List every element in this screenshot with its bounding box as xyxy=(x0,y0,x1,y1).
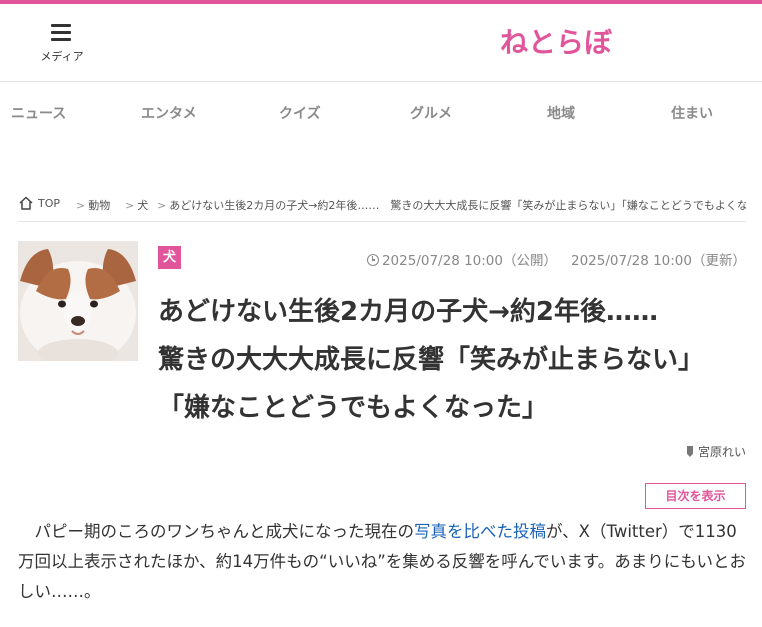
site-header: メディア ねとらぼ xyxy=(0,4,762,82)
media-menu-label: メディア xyxy=(40,50,84,63)
nav-item-housing[interactable]: 住まい xyxy=(671,103,713,123)
category-tag[interactable]: 犬 xyxy=(158,246,181,269)
nav-item-news[interactable]: ニュース xyxy=(11,103,66,123)
nav-item-gourmet[interactable]: グルメ xyxy=(410,103,452,123)
media-menu-button[interactable]: メディア xyxy=(36,22,90,66)
title-line: あどけない生後2カ月の子犬→約2年後…… xyxy=(158,297,658,327)
author-name: 宮原れい xyxy=(697,445,746,459)
article-body-paragraph: パピー期のころのワンちゃんと成犬になった現在の写真を比べた投稿が、X（Twitt… xyxy=(18,517,746,607)
show-toc-button[interactable]: 目次を表示 xyxy=(645,483,746,509)
global-nav: ニュース エンタメ クイズ グルメ 地域 住まい xyxy=(0,82,762,142)
breadcrumb: TOP > 動物 > 犬 > あどけない生後2カ月の子犬→約2年後…… 驚きの大大大成… xyxy=(18,190,746,222)
puppy-image xyxy=(18,241,138,361)
published-date: 2025/07/28 10:00（公開） xyxy=(381,253,557,269)
breadcrumb-item-dogs[interactable]: > 犬 xyxy=(125,197,148,213)
article-dates: 2025/07/28 10:00（公開） 2025/07/28 10:00（更新） xyxy=(366,249,746,269)
article-thumbnail xyxy=(18,241,138,361)
site-logo[interactable]: ねとらぼ xyxy=(495,20,635,64)
title-line: 驚きの大大大成長に反響「笑みが止まらない」 xyxy=(158,345,705,375)
breadcrumb-item-current: > あどけない生後2カ月の子犬→約2年後…… 驚きの大大大成長に反響「笑みが止まら… xyxy=(157,197,746,213)
logo-text: ねとらぼ xyxy=(500,26,613,59)
home-icon xyxy=(19,196,33,210)
nav-item-local[interactable]: 地域 xyxy=(547,103,575,123)
article-title: あどけない生後2カ月の子犬→約2年後…… 驚きの大大大成長に反響「笑みが止まらな… xyxy=(158,288,758,432)
breadcrumb-item-animals[interactable]: > 動物 xyxy=(76,197,110,213)
body-text-pre: パピー期のころのワンちゃんと成犬になった現在の xyxy=(18,522,415,541)
breadcrumb-item-label: あどけない生後2カ月の子犬→約2年後…… 驚きの大大大成長に反響「笑みが止まらな… xyxy=(169,199,746,212)
updated-date: 2025/07/28 10:00（更新） xyxy=(570,253,746,269)
nav-item-quiz[interactable]: クイズ xyxy=(279,103,321,123)
breadcrumb-home-label: TOP xyxy=(38,197,61,210)
title-line: 「嫌なことどうでもよくなった」 xyxy=(158,393,549,423)
breadcrumb-item-label: 犬 xyxy=(137,199,149,212)
breadcrumb-item-label: 動物 xyxy=(88,199,111,212)
nav-item-entertainment[interactable]: エンタメ xyxy=(141,103,197,123)
clock-icon xyxy=(366,254,379,266)
photo-comparison-link[interactable]: 写真を比べた投稿 xyxy=(414,522,546,541)
hamburger-icon xyxy=(51,24,71,42)
pen-icon xyxy=(686,446,693,457)
author-link[interactable]: 宮原れい xyxy=(686,443,746,460)
